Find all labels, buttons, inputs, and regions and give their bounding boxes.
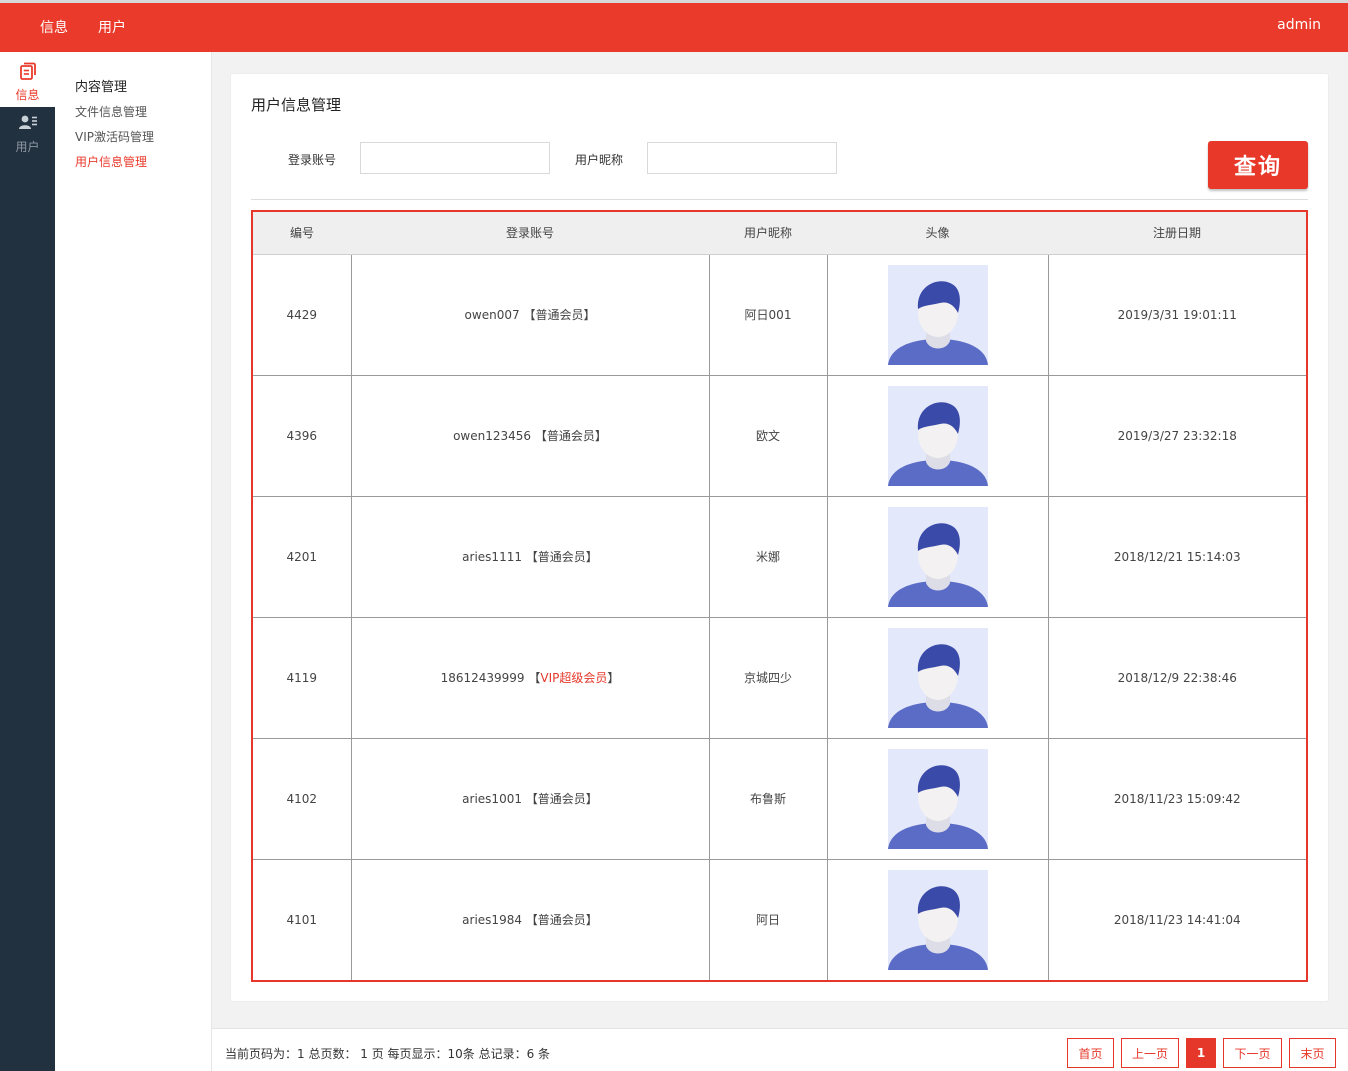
cell-id: 4396 — [253, 375, 352, 497]
cell-nickname: 阿日 — [709, 859, 828, 980]
avatar-icon — [887, 506, 988, 607]
cell-avatar — [827, 738, 1049, 860]
user-table: 编号 登录账号 用户昵称 头像 注册日期 4429 owen007 【普通会员】阿… — [253, 212, 1306, 980]
cell-register-date: 2018/11/23 15:09:42 — [1048, 738, 1306, 860]
current-user-name[interactable]: admin — [1277, 17, 1321, 33]
cell-id: 4101 — [253, 859, 352, 980]
account-name: 18612439999 — [440, 671, 525, 685]
table-body: 4429 owen007 【普通会员】 阿日001 2019/3/31 19:01:… — [253, 254, 1306, 980]
account-search-input[interactable] — [360, 142, 550, 174]
member-level: 【普通会员】 — [525, 550, 598, 564]
account-name: owen007 — [464, 308, 520, 322]
header-nickname: 用户昵称 — [709, 212, 827, 255]
cell-register-date: 2018/12/21 15:14:03 — [1048, 496, 1306, 618]
user-list-icon — [18, 115, 37, 129]
table-row[interactable]: 4396 owen123456 【普通会员】 欧文 2019/3/27 23:32:… — [253, 375, 1306, 497]
member-level: 【普通会员】 — [523, 308, 596, 322]
content-card: 用户信息管理 登录账号 用户昵称 查询 编号 登录账号 用户昵称 头像 注册日期… — [230, 73, 1329, 1002]
top-nav-user[interactable]: 用户 — [98, 17, 126, 37]
account-name: aries1984 — [462, 913, 522, 928]
divider — [251, 199, 1308, 200]
nickname-search-input[interactable] — [647, 142, 837, 174]
header-register-date: 注册日期 — [1048, 212, 1306, 255]
submenu-item-user-info[interactable]: 用户信息管理 — [75, 153, 147, 170]
table-header-row: 编号 登录账号 用户昵称 头像 注册日期 — [253, 212, 1306, 255]
prev-page-button[interactable]: 上一页 — [1121, 1038, 1179, 1068]
top-nav-info[interactable]: 信息 — [40, 17, 68, 37]
avatar-icon — [887, 264, 988, 365]
page-title: 用户信息管理 — [251, 96, 342, 114]
pagination-footer: 当前页码为：1 总页数： 1 页 每页显示：10条 总记录：6 条 首页 上一页… — [212, 1028, 1348, 1071]
submenu-item-file-info[interactable]: 文件信息管理 — [75, 103, 147, 120]
cell-nickname: 欧文 — [709, 375, 828, 497]
cell-id: 4102 — [253, 738, 352, 860]
member-level: 【普通会员】 — [534, 429, 607, 443]
cell-nickname: 布鲁斯 — [709, 738, 828, 860]
cell-avatar — [827, 859, 1049, 980]
last-page-button[interactable]: 末页 — [1289, 1038, 1336, 1068]
cell-avatar — [827, 617, 1049, 739]
account-name: aries1001 — [462, 792, 522, 806]
table-row[interactable]: 4101 aries1984 【普通会员】 阿日 2018/11/23 14:41:… — [253, 859, 1306, 980]
header-id: 编号 — [253, 212, 351, 255]
cell-register-date: 2019/3/31 19:01:11 — [1048, 254, 1306, 376]
top-bar: 信息 用户 admin — [0, 0, 1348, 52]
cell-register-date: 2018/11/23 14:41:04 — [1113, 912, 1241, 927]
account-name: aries1111 — [462, 550, 522, 564]
cell-id: 4201 — [253, 496, 352, 618]
side-rail: 信息 用户 — [0, 52, 55, 1071]
rail-item-info-label: 信息 — [15, 88, 40, 102]
cell-id: 4429 — [253, 254, 352, 376]
cell-nickname: 京城四少 — [709, 617, 828, 739]
user-table-container: 编号 登录账号 用户昵称 头像 注册日期 4429 owen007 【普通会员】阿… — [251, 210, 1308, 982]
submenu-item-vip-code[interactable]: VIP激活码管理 — [75, 128, 154, 145]
header-account: 登录账号 — [351, 212, 709, 255]
member-level-vip: 【VIP超级会员】 — [528, 671, 620, 685]
table-row[interactable]: 4102 aries1001 【普通会员】 布鲁斯 2018/11/23 15:09… — [253, 738, 1306, 860]
cell-register-date: 2019/3/27 23:32:18 — [1048, 375, 1306, 497]
cell-register-date: 2018/12/9 22:38:46 — [1048, 617, 1306, 739]
member-level: 【普通会员】 — [525, 913, 598, 928]
next-page-button[interactable]: 下一页 — [1223, 1038, 1282, 1068]
rail-item-user-label: 用户 — [15, 140, 40, 154]
document-icon — [19, 62, 36, 80]
first-page-button[interactable]: 首页 — [1067, 1038, 1114, 1068]
cell-account: owen007 【普通会员】 — [351, 254, 710, 376]
cell-account: aries1001 【普通会员】 — [351, 738, 710, 860]
header-avatar: 头像 — [827, 212, 1048, 255]
rail-item-info[interactable]: 信息 — [0, 52, 55, 107]
avatar-icon — [887, 869, 988, 970]
cell-account: owen123456 【普通会员】 — [351, 375, 710, 497]
cell-avatar — [827, 496, 1049, 618]
query-button[interactable]: 查询 — [1208, 141, 1308, 189]
avatar-icon — [887, 748, 988, 849]
cell-account: aries1111 【普通会员】 — [351, 496, 710, 618]
rail-item-user[interactable]: 用户 — [0, 114, 55, 164]
avatar-icon — [887, 385, 988, 486]
top-nav: 信息 用户 — [40, 17, 126, 37]
page-info: 当前页码为：1 总页数： 1 页 每页显示：10条 总记录：6 条 — [225, 1047, 551, 1061]
table-row[interactable]: 4119 18612439999 【VIP超级会员】 京城四少 2018/12/9 … — [253, 617, 1306, 739]
table-row[interactable]: 4429 owen007 【普通会员】 阿日001 2019/3/31 19:01:… — [253, 254, 1306, 376]
nickname-search-label: 用户昵称 — [575, 153, 624, 167]
avatar-icon — [887, 627, 988, 728]
member-level: 【普通会员】 — [525, 792, 598, 806]
submenu-group-title: 内容管理 — [75, 80, 128, 95]
cell-avatar — [827, 254, 1049, 376]
cell-account: 18612439999 【VIP超级会员】 — [351, 617, 710, 739]
cell-nickname: 阿日001 — [709, 254, 828, 376]
cell-account: aries1984 【普通会员】 — [351, 859, 710, 980]
current-page-button[interactable]: 1 — [1186, 1038, 1216, 1068]
cell-nickname: 米娜 — [709, 496, 828, 618]
cell-avatar — [827, 375, 1049, 497]
cell-id: 4119 — [253, 617, 352, 739]
sub-menu: 内容管理 文件信息管理 VIP激活码管理 用户信息管理 — [55, 52, 212, 1071]
table-row[interactable]: 4201 aries1111 【普通会员】 米娜 2018/12/21 15:14:… — [253, 496, 1306, 618]
account-name: owen123456 — [453, 429, 532, 443]
account-search-label: 登录账号 — [288, 153, 337, 167]
